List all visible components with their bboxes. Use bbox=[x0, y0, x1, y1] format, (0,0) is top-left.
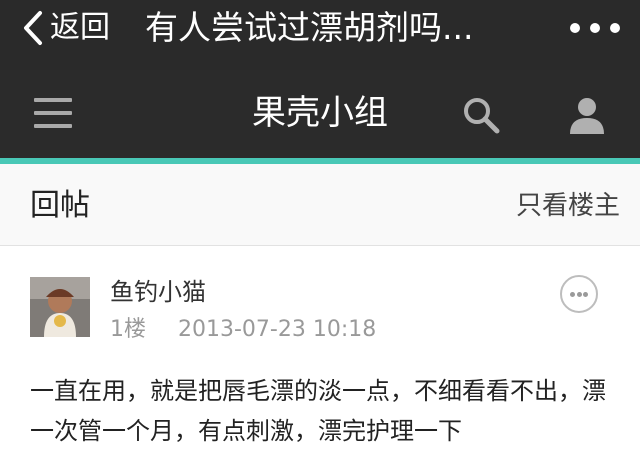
user-icon bbox=[570, 98, 604, 134]
only-op-filter-button[interactable]: 只看楼主 bbox=[516, 188, 620, 224]
post-timestamp: 2013-07-23 10:18 bbox=[178, 317, 377, 342]
reply-section-title: 回帖 bbox=[30, 188, 90, 223]
search-icon bbox=[464, 98, 500, 134]
more-dots-icon bbox=[583, 291, 589, 297]
avatar-image bbox=[30, 277, 90, 337]
hamburger-menu-icon bbox=[34, 124, 72, 128]
wechat-top-bar: 返回 有人尝试过漂胡剂吗... bbox=[0, 0, 640, 70]
reply-header: 回帖 只看楼主 bbox=[0, 164, 640, 246]
post-floor-number: 1楼 bbox=[110, 317, 146, 342]
chevron-left-icon bbox=[24, 11, 42, 45]
back-label: 返回 bbox=[50, 10, 110, 45]
hamburger-menu-icon bbox=[34, 98, 72, 102]
more-dots-icon bbox=[569, 291, 575, 297]
more-dots-icon bbox=[590, 23, 600, 33]
back-button[interactable]: 返回 bbox=[18, 8, 110, 48]
more-dots-icon bbox=[610, 23, 620, 33]
hamburger-menu-button[interactable] bbox=[34, 96, 72, 130]
more-dots-icon bbox=[576, 291, 582, 297]
page-title: 有人尝试过漂胡剂吗... bbox=[145, 8, 474, 47]
reply-post: 鱼钓小猫 1楼 2013-07-23 10:18 一直在用，就是把唇毛漂的淡一点… bbox=[0, 247, 640, 474]
site-title: 果壳小组 bbox=[252, 93, 388, 133]
more-dots-icon bbox=[570, 23, 580, 33]
avatar[interactable] bbox=[30, 277, 90, 337]
more-options-button[interactable] bbox=[570, 14, 620, 42]
site-header: 果壳小组 bbox=[0, 70, 640, 158]
hamburger-menu-icon bbox=[34, 111, 72, 115]
search-button[interactable] bbox=[460, 94, 502, 136]
post-options-button[interactable] bbox=[560, 275, 598, 313]
post-username[interactable]: 鱼钓小猫 bbox=[110, 275, 206, 309]
post-content: 一直在用，就是把唇毛漂的淡一点，不细看看不出，漂一次管一个月，有点刺激，漂完护理… bbox=[30, 377, 606, 445]
user-profile-button[interactable] bbox=[566, 94, 608, 136]
